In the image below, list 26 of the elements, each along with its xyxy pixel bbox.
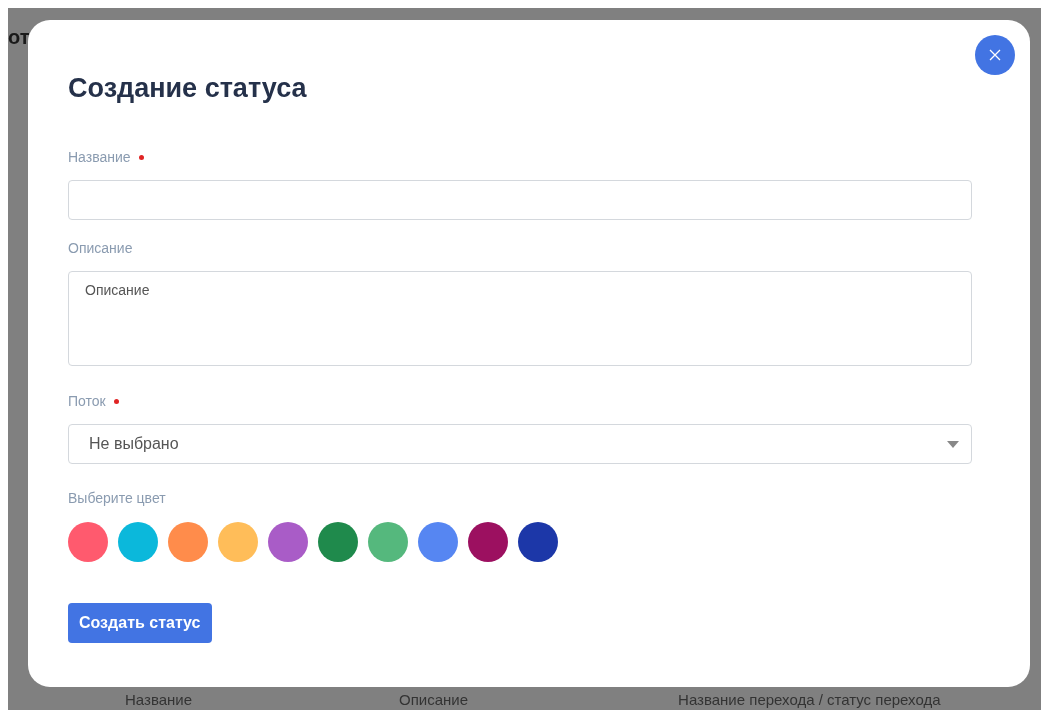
close-icon (989, 49, 1001, 61)
color-swatch[interactable] (518, 522, 558, 562)
column-header: Название (125, 692, 193, 707)
color-swatch[interactable] (168, 522, 208, 562)
column-header: Название перехода / статус перехода (678, 692, 941, 707)
color-swatch[interactable] (218, 522, 258, 562)
create-status-button[interactable]: Создать статус (68, 603, 212, 643)
color-swatch[interactable] (368, 522, 408, 562)
color-swatch[interactable] (418, 522, 458, 562)
field-label: Поток (68, 392, 106, 411)
color-swatch[interactable] (118, 522, 158, 562)
field-label: Название (68, 148, 131, 167)
name-field[interactable] (68, 180, 972, 220)
color-swatch[interactable] (268, 522, 308, 562)
column-header: Описание (399, 692, 469, 707)
close-button[interactable] (975, 35, 1015, 75)
color-swatch[interactable] (318, 522, 358, 562)
page-title: от (8, 26, 30, 48)
color-swatch[interactable] (68, 522, 108, 562)
description-field[interactable]: Описание (68, 271, 972, 366)
color-swatch[interactable] (468, 522, 508, 562)
dialog-title: Создание статуса (68, 75, 308, 102)
field-label: Выберите цвет (68, 490, 166, 506)
field-label: Описание (68, 239, 133, 258)
caret-icon (947, 440, 959, 448)
flow-select[interactable]: Не выбрано (68, 424, 972, 464)
